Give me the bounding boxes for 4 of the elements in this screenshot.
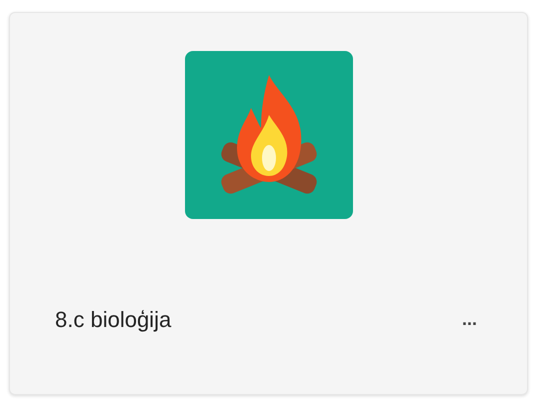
team-name: 8.c bioloģija bbox=[55, 306, 172, 334]
more-options-button[interactable]: ... bbox=[458, 306, 481, 333]
team-card[interactable]: 8.c bioloģija ... bbox=[9, 12, 528, 395]
campfire-icon bbox=[184, 51, 352, 219]
